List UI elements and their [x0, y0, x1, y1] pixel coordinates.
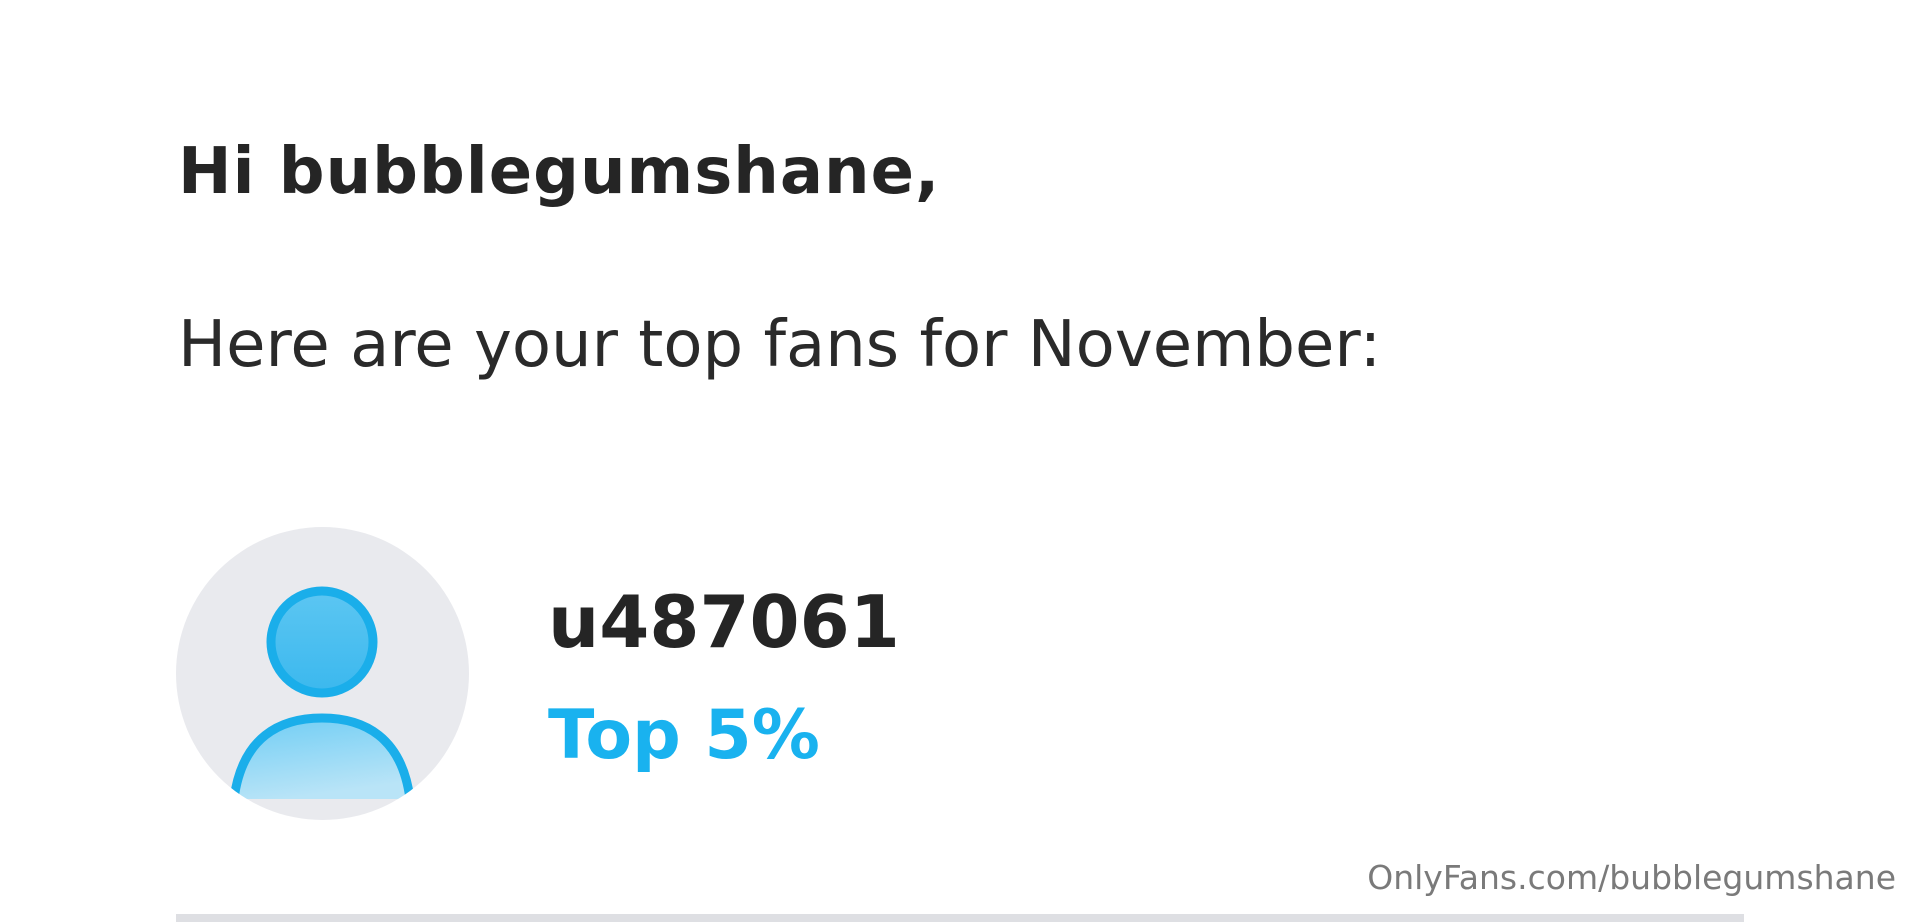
- fan-username[interactable]: u487061: [548, 577, 900, 667]
- user-silhouette-icon: [229, 586, 415, 804]
- top-fan-item[interactable]: u487061 Top 5%: [176, 527, 1676, 827]
- greeting-heading: Hi bubblegumshane,: [178, 135, 941, 209]
- watermark: OnlyFans.com/bubblegumshane: [1367, 858, 1896, 897]
- default-user-avatar-icon[interactable]: [176, 527, 469, 820]
- divider: [176, 914, 1744, 922]
- intro-text: Here are your top fans for November:: [178, 308, 1382, 382]
- fan-rank-label: Top 5%: [548, 696, 820, 775]
